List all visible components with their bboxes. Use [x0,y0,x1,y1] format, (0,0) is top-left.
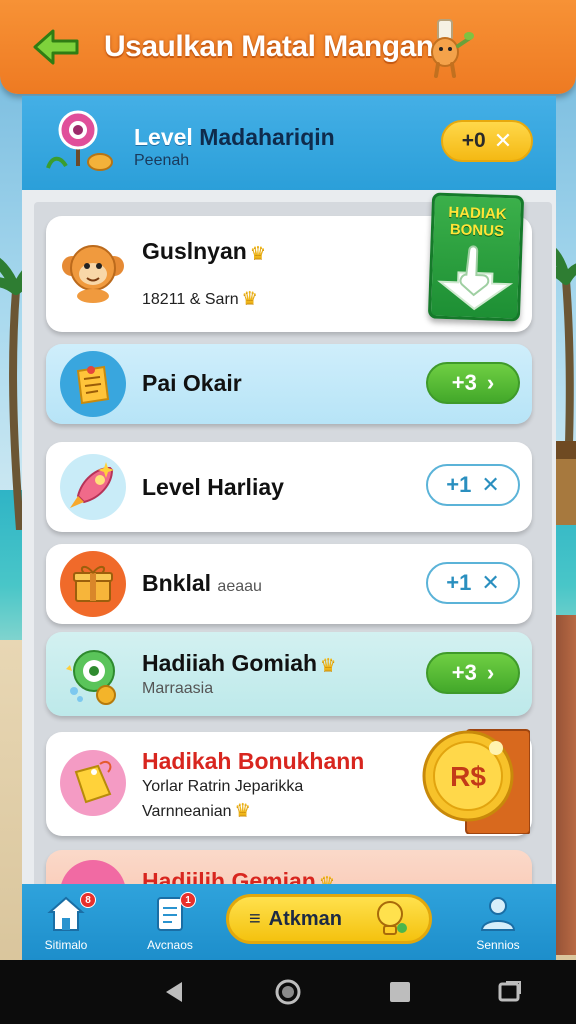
home-circle-icon[interactable] [274,978,302,1006]
list-item[interactable]: Bnklal aeaau +1 ✕ [46,544,532,624]
reward-button[interactable]: +3 › [426,362,520,404]
level-subtitle: Peenah [134,152,190,169]
menu-icon: ≡ [249,907,261,930]
list-item[interactable]: Hadiiah Gomiah ♛ Marraasia +3 › [46,632,532,716]
app-title: Usaulkan Matal Mangan [104,30,434,63]
overview-icon[interactable] [496,978,524,1006]
bonus-badge[interactable]: HADIAK BONUS [427,192,525,322]
crown-icon: ♛ [320,655,337,675]
level-title-word: Level [134,124,193,150]
list-item[interactable]: Level Harliay +1 ✕ [46,442,532,532]
rocket-icon [60,454,126,520]
card-title-text: Bnklal [142,570,212,596]
coin-reward-icon[interactable]: R$ [418,724,530,834]
card-subtitle-text: 18211 & Sarn [142,291,239,308]
gift-box-icon [60,551,126,617]
card-subtitle: 18211 & Sarn ♛ [142,288,258,309]
card-title: Hadiiah Gomiah ♛ [142,650,336,677]
card-title-text: Hadiiah Gomiah [142,650,318,676]
close-x-icon: ✕ [481,472,500,497]
close-x-icon: ✕ [481,570,500,595]
reward-value: +1 [446,472,472,497]
card-subtitle: Yorlar Ratrin Jeparikka [142,778,304,795]
level-title: Level Madahariqin [134,124,335,151]
card-title: Guslnyan ♛ [142,238,266,265]
chevron-right-icon: › [486,660,495,685]
close-x-icon: ✕ [493,128,513,153]
card-title: Hadikah Bonukhann [142,748,365,774]
top-header: Usaulkan Matal Mangan [0,0,576,94]
notification-badge: 8 [80,892,96,908]
level-reward-value: +0 [461,129,486,152]
level-trophy-icon [46,110,113,171]
level-reward-button[interactable]: +0 ✕ [441,120,533,162]
target-coin-icon [60,641,126,707]
reward-button[interactable]: +1 ✕ [426,464,520,506]
nav-home[interactable]: 8 Sitimalo [26,890,106,956]
lightbulb-icon [377,901,407,935]
nav-label: Sennios [476,938,520,952]
note-icon [60,351,126,417]
back-button[interactable] [30,26,82,68]
monkey-avatar-icon [60,238,126,304]
user-icon [480,897,516,931]
reward-value: +3 [451,660,477,685]
nav-profile[interactable]: Sennios [458,890,538,956]
crown-icon: ♛ [241,288,258,308]
reward-value: +3 [451,370,477,395]
bonus-badge-label: HADIAK BONUS [434,204,521,241]
tag-icon [60,750,126,816]
system-navigation-bar [0,960,576,1024]
nav-tasks[interactable]: 1 Avcnaos [130,890,210,956]
list-item[interactable]: Pai Okair +3 › [46,344,532,424]
nav-label: Sitimalo [44,938,88,952]
card-subtitle: Marraasia [142,680,214,697]
back-arrow-icon [33,29,79,65]
bonus-line-1: HADIAK [448,204,507,224]
card-title: Bnklal aeaau [142,570,262,597]
notification-badge: 1 [180,892,196,908]
card-title: Level Harliay [142,474,284,500]
back-triangle-icon[interactable] [160,978,188,1006]
download-hand-icon [437,245,514,311]
card-title-text: Guslnyan [142,238,247,264]
reward-value: +1 [446,570,472,595]
nav-label: Avcnaos [147,938,193,952]
card-subtitle-2: Varnneanian ♛ [142,800,251,821]
card-title: Pai Okair [142,370,242,396]
crown-icon: ♛ [249,243,266,263]
coin-label: R$ [450,761,486,792]
card-subtitle: aeaau [217,578,262,595]
bonus-line-2: BONUS [449,221,505,240]
chevron-right-icon: › [486,370,495,395]
reward-button[interactable]: +3 › [426,652,520,694]
action-button-label: Atkman [268,907,343,930]
mascot-icon [431,19,474,78]
level-title-name: Madahariqin [199,124,335,150]
reward-button[interactable]: +1 ✕ [426,562,520,604]
recents-square-icon[interactable] [386,978,414,1006]
card-subtitle-2-text: Varnneanian [142,803,232,820]
crown-icon: ♛ [234,800,251,820]
